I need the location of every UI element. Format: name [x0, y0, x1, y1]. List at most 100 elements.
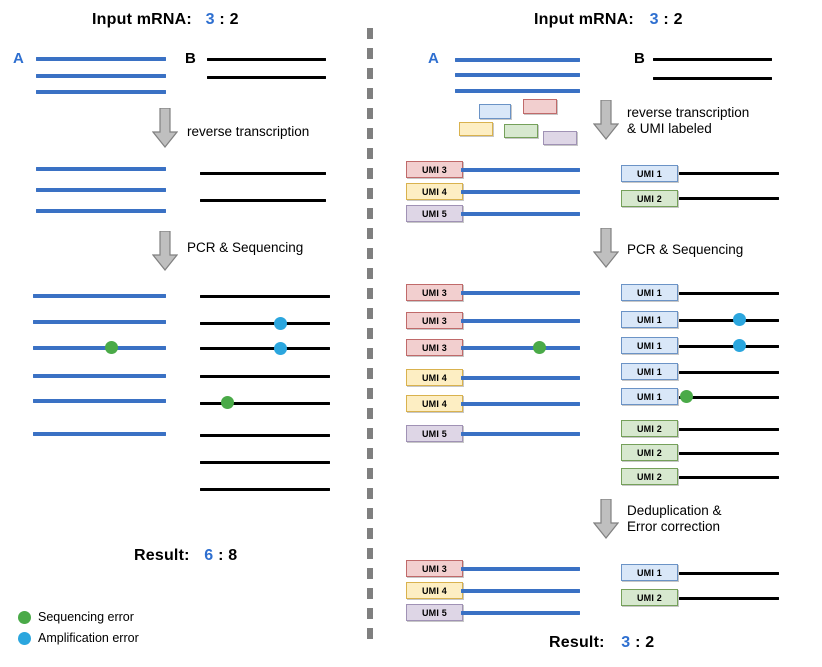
right-deduplication-label: Deduplication & Error correction — [627, 503, 722, 534]
umi-tag: UMI 1 — [621, 311, 678, 328]
left-rt-strand-a — [36, 209, 166, 213]
left-molecule-a-label: A — [13, 50, 24, 67]
left-pcr-strand-b — [200, 461, 330, 464]
umi-tag: UMI 5 — [406, 425, 463, 442]
right-panel: Input mRNA: 3 : 2 A B reverse transcript… — [373, 0, 822, 667]
right-pcr-strand-a — [461, 376, 580, 380]
left-input-strand-a — [36, 57, 166, 61]
right-rt-strand-b — [679, 197, 779, 200]
right-result-ratio-separator: : — [635, 634, 641, 651]
floating-umi-chip-yellow — [459, 122, 493, 136]
left-pcr-sequencing-label: PCR & Sequencing — [187, 240, 304, 255]
left-result-label: Result: — [134, 547, 190, 564]
left-panel: Input mRNA: 3 : 2 A B reverse transcript… — [0, 0, 367, 667]
right-pcr-strand-b — [679, 476, 779, 479]
right-input-mrna-heading: Input mRNA: 3 : 2 — [534, 11, 683, 29]
right-pcr-strand-a — [461, 432, 580, 436]
right-pcr-strand-a — [461, 319, 580, 323]
amplification-error-dot — [733, 313, 746, 326]
left-pcr-strand-b — [200, 295, 330, 298]
left-input-mrna-heading: Input mRNA: 3 : 2 — [92, 11, 239, 29]
left-pcr-strand-a — [33, 320, 166, 324]
left-input-strand-b — [207, 76, 326, 79]
right-rt-strand-b — [679, 172, 779, 175]
right-deduplication-arrow-icon — [593, 499, 619, 539]
left-reverse-transcription-label: reverse transcription — [187, 124, 310, 139]
left-pcr-strand-b — [200, 488, 330, 491]
left-input-strand-b — [207, 58, 326, 61]
umi-tag: UMI 2 — [621, 420, 678, 437]
floating-umi-chip-red — [523, 99, 557, 114]
umi-tag: UMI 4 — [406, 369, 463, 386]
right-molecule-a-label: A — [428, 50, 439, 67]
right-result-a-count: 3 — [621, 634, 631, 651]
sequencing-error-dot — [680, 390, 693, 403]
left-input-ratio-separator: : — [219, 11, 225, 28]
right-result-heading: Result: 3 : 2 — [549, 634, 654, 652]
umi-tag: UMI 4 — [406, 183, 463, 200]
sequencing-error-dot — [533, 341, 546, 354]
umi-tag: UMI 2 — [621, 444, 678, 461]
right-dedup-strand-a — [461, 567, 580, 571]
sequencing-error-dot — [221, 396, 234, 409]
legend-item-sequencing-error: Sequencing error — [18, 610, 134, 624]
left-input-label: Input mRNA: — [92, 11, 192, 28]
left-rt-strand-a — [36, 167, 166, 171]
right-result-label: Result: — [549, 634, 605, 651]
right-dedup-strand-b — [679, 597, 779, 600]
left-pcr-sequencing-arrow-icon — [152, 231, 178, 271]
amplification-error-dot — [733, 339, 746, 352]
umi-tag: UMI 4 — [406, 582, 463, 599]
umi-tag: UMI 5 — [406, 604, 463, 621]
umi-tag: UMI 1 — [621, 165, 678, 182]
left-pcr-strand-a — [33, 374, 166, 378]
right-pcr-strand-b — [679, 319, 779, 322]
umi-tag: UMI 2 — [621, 190, 678, 207]
left-input-strand-a — [36, 74, 166, 78]
right-rt-strand-a — [461, 212, 580, 216]
umi-tag: UMI 5 — [406, 205, 463, 222]
right-input-strand-b — [653, 77, 772, 80]
left-result-heading: Result: 6 : 8 — [134, 547, 237, 565]
left-rt-strand-a — [36, 188, 166, 192]
left-rt-strand-b — [200, 199, 326, 202]
umi-tag: UMI 1 — [621, 337, 678, 354]
left-pcr-strand-b — [200, 434, 330, 437]
umi-tag: UMI 1 — [621, 363, 678, 380]
right-rt-strand-a — [461, 190, 580, 194]
right-dedup-strand-b — [679, 572, 779, 575]
right-pcr-strand-b — [679, 428, 779, 431]
left-pcr-strand-a — [33, 399, 166, 403]
left-pcr-strand-a — [33, 294, 166, 298]
right-pcr-strand-b — [679, 345, 779, 348]
amplification-error-legend-icon — [18, 631, 31, 645]
right-dedup-strand-a — [461, 589, 580, 593]
floating-umi-chip-blue — [479, 104, 511, 119]
sequencing-error-legend-icon — [18, 610, 31, 624]
umi-tag: UMI 3 — [406, 560, 463, 577]
right-input-label: Input mRNA: — [534, 11, 634, 28]
right-input-b-count: 2 — [673, 11, 683, 28]
floating-umi-chip-green — [504, 124, 538, 138]
right-input-ratio-separator: : — [663, 11, 669, 28]
left-pcr-strand-a — [33, 346, 166, 350]
left-result-b-count: 8 — [228, 547, 238, 564]
right-pcr-strand-b — [679, 452, 779, 455]
left-pcr-strand-b — [200, 322, 330, 325]
umi-tag: UMI 2 — [621, 468, 678, 485]
sequencing-error-dot — [105, 341, 118, 354]
left-pcr-strand-b — [200, 402, 330, 405]
right-pcr-strand-b — [679, 371, 779, 374]
left-input-a-count: 3 — [205, 11, 215, 28]
right-input-strand-a — [455, 89, 580, 93]
right-pcr-sequencing-arrow-icon — [593, 228, 619, 268]
right-reverse-transcription-label: reverse transcription & UMI labeled — [627, 105, 750, 136]
left-pcr-strand-b — [200, 375, 330, 378]
left-pcr-strand-a — [33, 432, 166, 436]
right-dedup-strand-a — [461, 611, 580, 615]
right-reverse-transcription-arrow-icon — [593, 100, 619, 140]
right-rt-strand-a — [461, 168, 580, 172]
floating-umi-chip-purple — [543, 131, 577, 145]
left-result-ratio-separator: : — [218, 547, 224, 564]
right-result-b-count: 2 — [645, 634, 655, 651]
